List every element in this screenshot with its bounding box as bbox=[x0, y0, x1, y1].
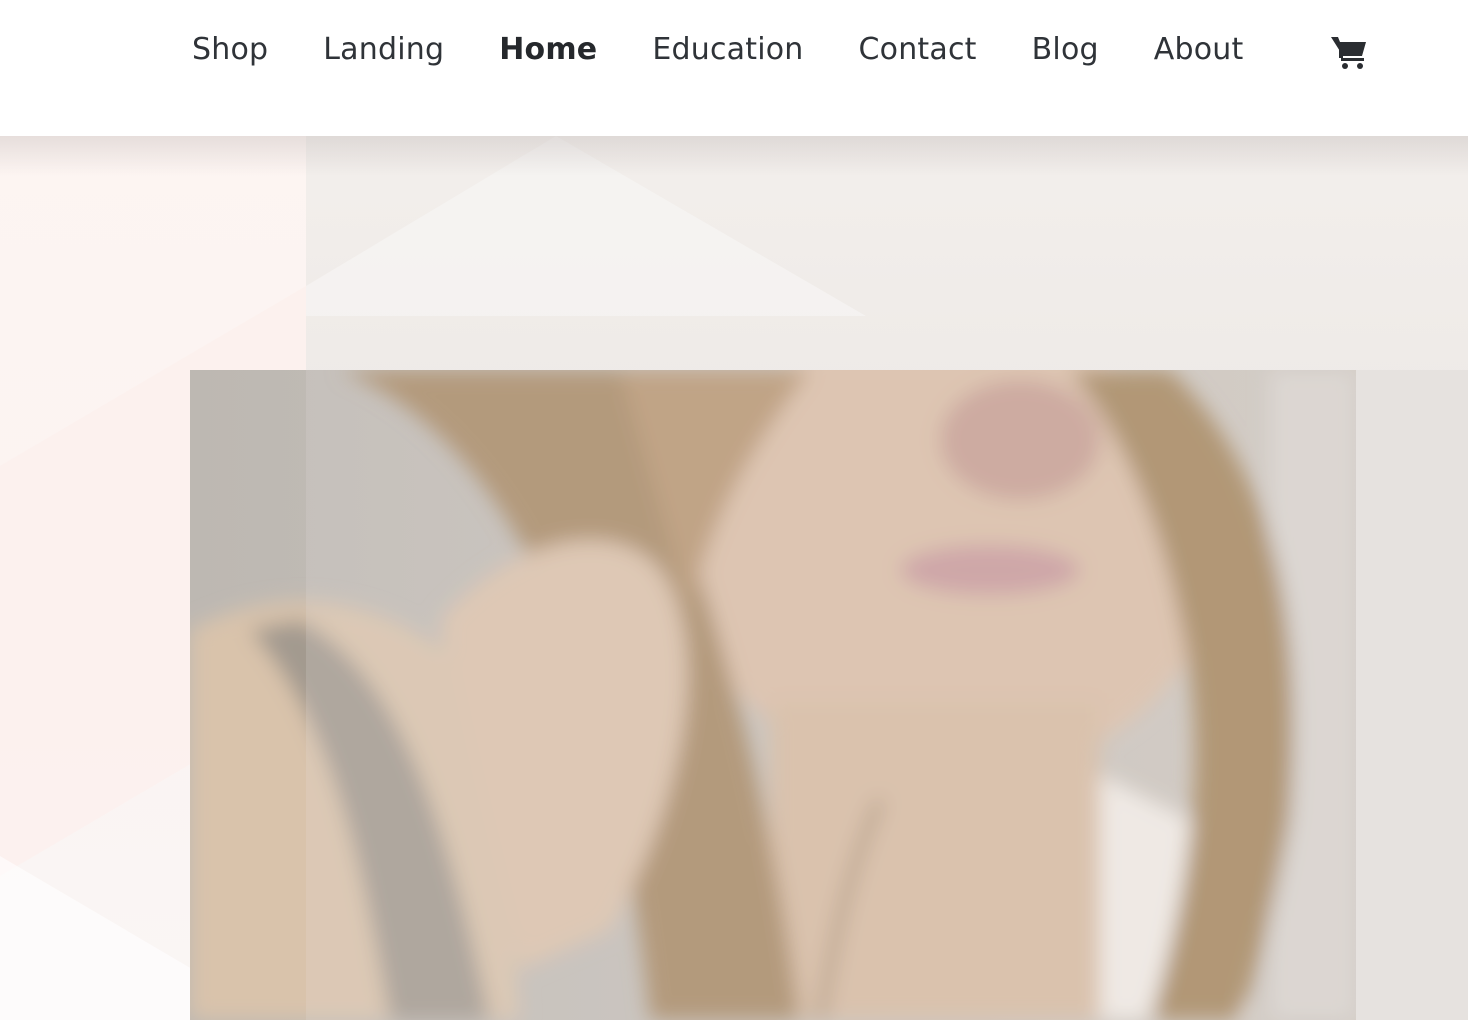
nav-link-education[interactable]: Education bbox=[652, 28, 803, 72]
hero-photo bbox=[190, 370, 1356, 1020]
nav-link-contact[interactable]: Contact bbox=[859, 28, 977, 72]
hero-right-strip bbox=[1356, 370, 1468, 1020]
photo-overlay bbox=[306, 370, 1356, 1020]
page: Shop Landing Home Education Contact Blog… bbox=[0, 0, 1468, 1020]
nav-link-shop[interactable]: Shop bbox=[192, 28, 268, 72]
site-header: Shop Landing Home Education Contact Blog… bbox=[0, 0, 1468, 136]
nav-link-home[interactable]: Home bbox=[499, 28, 597, 72]
header-shadow bbox=[0, 136, 1468, 176]
hero-section bbox=[0, 136, 1468, 1020]
nav-link-about[interactable]: About bbox=[1154, 28, 1244, 72]
nav-link-blog[interactable]: Blog bbox=[1032, 28, 1099, 72]
shopping-cart-icon[interactable] bbox=[1330, 34, 1368, 70]
nav-link-landing[interactable]: Landing bbox=[323, 28, 444, 72]
main-nav: Shop Landing Home Education Contact Blog… bbox=[192, 28, 1298, 72]
